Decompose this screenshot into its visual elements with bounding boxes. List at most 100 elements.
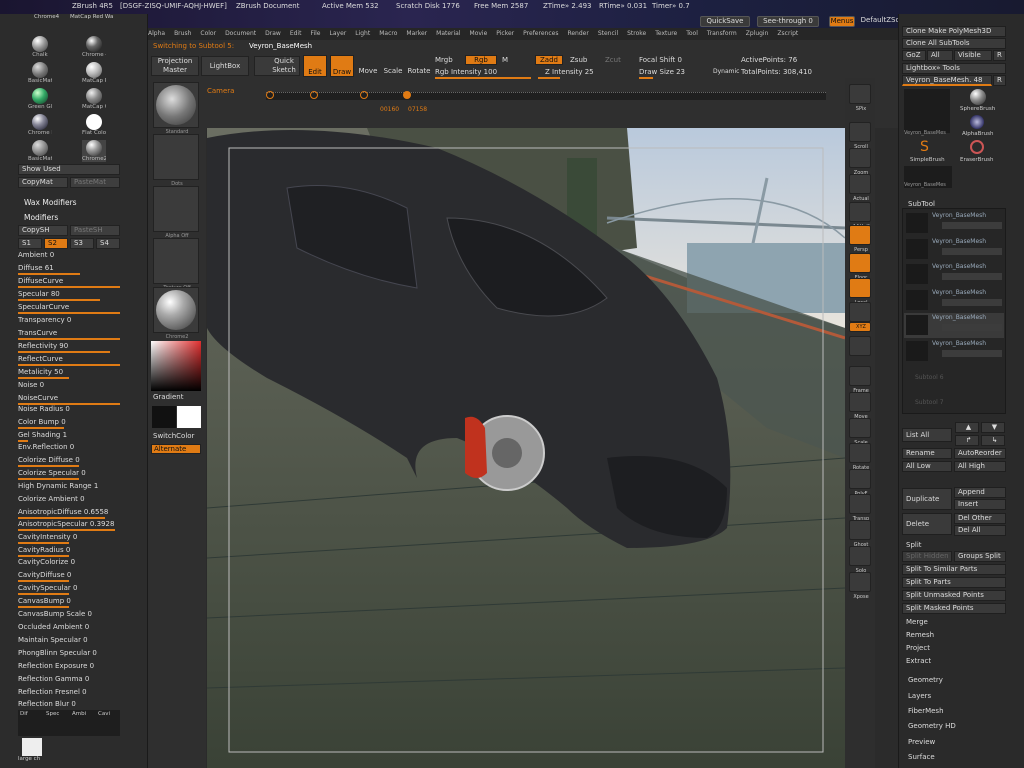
canvas-viewport[interactable]	[207, 128, 845, 768]
menu-brush[interactable]: Brush	[174, 28, 191, 40]
menu-macro[interactable]: Macro	[379, 28, 397, 40]
all-high-button[interactable]: All High	[954, 461, 1006, 472]
copysh-button[interactable]: CopySH	[18, 225, 68, 236]
goz-button[interactable]: GoZ	[902, 50, 926, 61]
split-masked-button[interactable]: Split Masked Points	[902, 603, 1006, 614]
list-all-button[interactable]: List All	[902, 428, 952, 442]
edit-button[interactable]: Edit	[303, 55, 327, 77]
view-control-transp-icon[interactable]: Transp	[849, 494, 871, 522]
subtool-item[interactable]: Veyron_BaseMesh	[904, 262, 1004, 287]
menu-stroke[interactable]: Stroke	[627, 28, 646, 40]
menu-light[interactable]: Light	[355, 28, 370, 40]
r2-button[interactable]: R	[993, 75, 1006, 86]
brush-standard-thumb[interactable]: Standard	[153, 82, 199, 135]
material-property-slider[interactable]: CavityColorize 0	[18, 558, 120, 569]
view-control-scale-icon[interactable]: Scale	[849, 418, 871, 446]
menu-file[interactable]: File	[310, 28, 320, 40]
tool-thumb-veyron[interactable]	[904, 89, 950, 133]
geometry-header[interactable]: Geometry	[908, 676, 943, 684]
remesh-header[interactable]: Remesh	[906, 631, 934, 639]
view-control-aahalf-icon[interactable]: AAHalf	[849, 202, 871, 230]
view-control-frame-icon[interactable]: Frame	[849, 366, 871, 394]
material-property-slider[interactable]: Reflection Fresnel 0	[18, 688, 120, 699]
scale-button[interactable]: Scale	[382, 55, 404, 77]
menu-zplugin[interactable]: Zplugin	[746, 28, 769, 40]
material-property-slider[interactable]: PhongBlinn Specular 0	[18, 649, 120, 660]
subtool-visibility-icon[interactable]	[942, 324, 1002, 331]
merge-header[interactable]: Merge	[906, 618, 928, 626]
timeline-key-icon[interactable]	[310, 91, 318, 99]
material-property-slider[interactable]: Noise 0	[18, 381, 120, 392]
arrow-down-right-icon[interactable]: ↳	[981, 435, 1005, 446]
menu-marker[interactable]: Marker	[406, 28, 427, 40]
material-property-slider[interactable]: Noise Radius 0	[18, 405, 120, 416]
shader-s1-button[interactable]: S1	[18, 238, 42, 249]
pastemat-button[interactable]: PasteMat	[70, 177, 120, 188]
mrgb-button[interactable]: Mrgb	[435, 56, 453, 64]
view-control-polyf-icon[interactable]: PolyF	[849, 469, 871, 497]
shader-s4-button[interactable]: S4	[96, 238, 120, 249]
focal-shift-slider[interactable]: Focal Shift 0	[639, 56, 682, 64]
alternate-button[interactable]: Alternate	[151, 444, 201, 454]
eraser-brush-icon[interactable]	[970, 140, 984, 154]
split-to-parts-button[interactable]: Split To Parts	[902, 577, 1006, 588]
material-flat-color[interactable]: Flat Color	[82, 114, 106, 136]
tab-specular[interactable]: Spec	[46, 711, 59, 717]
material-chrome2[interactable]: Chrome2	[82, 140, 106, 162]
material-thumb[interactable]: Chrome2	[153, 287, 199, 340]
groups-split-button[interactable]: Groups Split	[954, 551, 1006, 562]
timeline-key-icon[interactable]	[360, 91, 368, 99]
surface-header[interactable]: Surface	[908, 753, 935, 761]
subtool-visibility-icon[interactable]	[942, 273, 1002, 280]
wax-modifiers-header[interactable]: Wax Modifiers	[24, 198, 77, 207]
menu-picker[interactable]: Picker	[496, 28, 514, 40]
visible-button[interactable]: Visible	[954, 50, 992, 61]
material-property-slider[interactable]: Specular 80	[18, 290, 120, 301]
subtool-visibility-icon[interactable]	[942, 222, 1002, 229]
menu-edit[interactable]: Edit	[290, 28, 302, 40]
geometry-hd-header[interactable]: Geometry HD	[908, 722, 956, 730]
menu-tool[interactable]: Tool	[686, 28, 698, 40]
material-property-slider[interactable]: ReflectCurve	[18, 355, 120, 366]
preview-header[interactable]: Preview	[908, 738, 935, 746]
menus-button[interactable]: Menus	[829, 16, 855, 27]
secondary-color-swatch[interactable]	[152, 406, 176, 428]
zcut-button[interactable]: Zcut	[605, 56, 621, 64]
view-control-floor-icon[interactable]: Floor	[849, 253, 871, 281]
subtool-header[interactable]: SubTool	[908, 200, 935, 208]
show-used-button[interactable]: Show Used	[18, 164, 120, 175]
quicksave-button[interactable]: QuickSave	[700, 16, 750, 27]
append-button[interactable]: Append	[954, 487, 1006, 498]
material-property-slider[interactable]: Transparency 0	[18, 316, 120, 327]
insert-button[interactable]: Insert	[954, 499, 1006, 510]
del-all-button[interactable]: Del All	[954, 525, 1006, 536]
material-property-slider[interactable]: Gel Shading 1	[18, 431, 120, 442]
material-property-slider[interactable]: NoiseCurve	[18, 394, 120, 405]
material-property-slider[interactable]: Reflectivity 90	[18, 342, 120, 353]
material-property-slider[interactable]: CavityRadius 0	[18, 546, 120, 557]
menu-texture[interactable]: Texture	[655, 28, 677, 40]
alpha-thumb[interactable]: Alpha Off	[153, 186, 199, 239]
subtool-item[interactable]: Veyron_BaseMesh	[904, 313, 1004, 338]
view-control-lsym-icon[interactable]: L.Sym	[849, 302, 871, 330]
material-property-slider[interactable]: CavityIntensity 0	[18, 533, 120, 544]
material-property-slider[interactable]: Metalicity 50	[18, 368, 120, 379]
view-control-local-icon[interactable]: Local	[849, 278, 871, 306]
clone-all-subtools-button[interactable]: Clone All SubTools	[902, 38, 1006, 49]
rgb-button[interactable]: Rgb	[465, 55, 497, 65]
texture-thumb[interactable]: Texture Off	[153, 238, 199, 291]
menu-preferences[interactable]: Preferences	[523, 28, 558, 40]
material-property-slider[interactable]: Colorize Specular 0	[18, 469, 120, 480]
subtool-item[interactable]: Veyron_BaseMesh	[904, 237, 1004, 262]
all-button[interactable]: All	[927, 50, 953, 61]
lightbox-button[interactable]: LightBox	[201, 56, 249, 76]
extract-header[interactable]: Extract	[906, 657, 931, 665]
material-chalk[interactable]: Chalk	[28, 36, 52, 58]
view-control-scroll-icon[interactable]: Scroll	[849, 122, 871, 150]
see-through-slider[interactable]: See-through 0	[757, 16, 819, 27]
shader-s2-button[interactable]: S2	[44, 238, 68, 249]
material-property-slider[interactable]: DiffuseCurve	[18, 277, 120, 288]
rename-button[interactable]: Rename	[902, 448, 952, 459]
view-control-xpose-icon[interactable]: Xpose	[849, 572, 871, 600]
subtool-item[interactable]: Veyron_BaseMesh	[904, 288, 1004, 313]
